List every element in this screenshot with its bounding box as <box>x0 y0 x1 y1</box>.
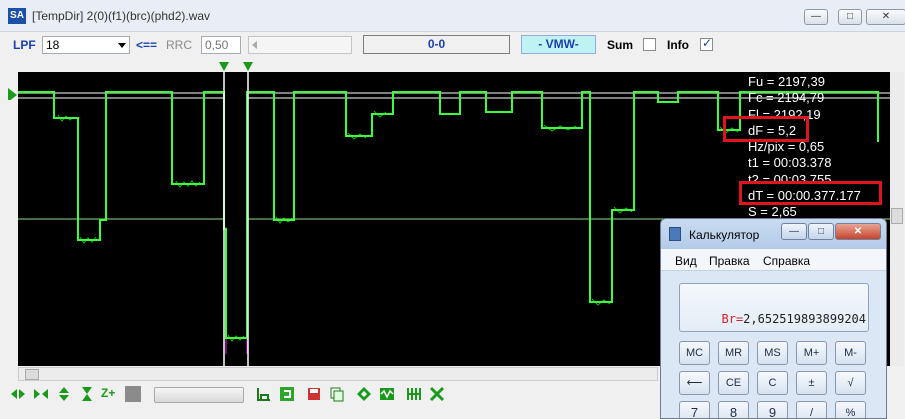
window-title: [TempDir] 2(0)(f1)(brc)(phd2).wav <box>32 9 211 23</box>
lpf-select[interactable]: 18 <box>42 36 130 54</box>
shrink-arrows-icon[interactable] <box>33 386 49 402</box>
apply-arrow-button[interactable]: <== <box>136 38 157 52</box>
calculator-title: Калькулятор <box>689 228 760 242</box>
menu-help[interactable]: Справка <box>763 254 810 268</box>
position-readout: 0-0 <box>363 35 510 54</box>
key-mc[interactable]: MC <box>679 341 710 365</box>
lpf-value: 18 <box>46 38 60 52</box>
key-mminus[interactable]: M- <box>835 341 866 365</box>
minimize-button[interactable]: — <box>804 9 828 25</box>
cursor-t2-marker-icon[interactable] <box>243 62 253 71</box>
key-mr[interactable]: MR <box>718 341 749 365</box>
hourglass-icon[interactable] <box>79 386 95 402</box>
calculator-icon <box>669 227 681 241</box>
key-sqrt[interactable]: √ <box>835 371 866 395</box>
key-ms[interactable]: MS <box>757 341 788 365</box>
save-icon[interactable] <box>306 386 322 402</box>
sum-label: Sum <box>607 38 634 52</box>
app-icon: SA <box>8 8 26 24</box>
horizontal-scroll-thumb[interactable] <box>25 369 39 380</box>
horizontal-scrollbar[interactable] <box>18 367 658 381</box>
bars-icon[interactable] <box>406 386 422 402</box>
fc-value: Fc = 2194,79 <box>748 90 825 106</box>
fu-value: Fu = 2197,39 <box>748 74 825 89</box>
mode-button[interactable]: - VMW- <box>521 35 596 54</box>
display-prefix: Br= <box>721 312 744 326</box>
calculator-menu-bar: Вид Правка Справка <box>661 249 886 271</box>
title-bar: SA [TempDir] 2(0)(f1)(brc)(phd2).wav — □… <box>0 0 905 32</box>
main-window: SA [TempDir] 2(0)(f1)(brc)(phd2).wav — □… <box>0 0 905 419</box>
calculator-window: Калькулятор — □ ✕ Вид Правка Справка Br=… <box>660 218 887 419</box>
vertical-scrollbar[interactable] <box>890 72 904 366</box>
info-checkbox[interactable] <box>700 36 713 51</box>
key-divide[interactable]: / <box>796 401 827 418</box>
up-down-arrows-icon[interactable] <box>56 386 72 402</box>
spectrum-icon[interactable] <box>256 386 272 402</box>
menu-view[interactable]: Вид <box>675 254 697 268</box>
vertical-scroll-thumb[interactable] <box>891 208 903 224</box>
calculator-body: Br=2,652519893899204 MC MR MS M+ M- ⟵ CE… <box>661 271 886 418</box>
playback-progress[interactable] <box>154 387 244 403</box>
wave-icon[interactable] <box>379 386 395 402</box>
cursor-t1-marker-icon[interactable] <box>219 62 229 71</box>
copy-icon[interactable] <box>329 386 345 402</box>
rrc-input[interactable]: 0,50 <box>201 36 241 54</box>
calculator-title-bar: Калькулятор — □ ✕ <box>661 219 886 249</box>
rrc-label: RRC <box>166 38 192 52</box>
cross-icon[interactable] <box>429 386 445 402</box>
rrc-slider[interactable] <box>248 36 352 54</box>
display-value: 2,652519893899204 <box>743 312 866 326</box>
key-8[interactable]: 8 <box>718 401 749 418</box>
zoom-plus-icon[interactable]: Z+ <box>101 386 117 402</box>
calculator-close-button[interactable]: ✕ <box>835 223 881 240</box>
key-9[interactable]: 9 <box>757 401 788 418</box>
display-text: Br=2,652519893899204 <box>721 312 866 326</box>
calculator-display: Br=2,652519893899204 <box>679 283 869 332</box>
t1-value: t1 = 00:03.378 <box>748 155 832 171</box>
refresh-icon[interactable] <box>279 386 295 402</box>
key-mplus[interactable]: M+ <box>796 341 827 365</box>
key-ce[interactable]: CE <box>718 371 749 395</box>
sum-checkbox[interactable] <box>643 38 656 51</box>
diamond-icon[interactable] <box>356 386 372 402</box>
menu-edit[interactable]: Правка <box>709 254 750 268</box>
key-7[interactable]: 7 <box>679 401 710 418</box>
chevron-down-icon <box>118 43 126 48</box>
trace-noise <box>57 110 739 342</box>
key-c[interactable]: C <box>757 371 788 395</box>
cursor-markers <box>8 62 253 100</box>
left-right-arrows-icon[interactable] <box>10 386 26 402</box>
dt-highlight-box <box>739 181 882 205</box>
stop-icon[interactable] <box>125 386 141 402</box>
calculator-minimize-button[interactable]: — <box>781 223 807 240</box>
close-button[interactable]: ✕ <box>866 9 905 25</box>
df-highlight-box <box>723 116 809 142</box>
key-percent[interactable]: % <box>835 401 866 418</box>
info-label: Info <box>667 38 689 52</box>
lpf-label: LPF <box>13 38 36 52</box>
key-plusminus[interactable]: ± <box>796 371 827 395</box>
level-marker-icon[interactable] <box>8 88 17 100</box>
slider-left-arrow-icon[interactable] <box>252 41 257 49</box>
key-backspace[interactable]: ⟵ <box>679 371 710 395</box>
maximize-button[interactable]: □ <box>838 9 862 25</box>
calculator-maximize-button[interactable]: □ <box>808 223 834 240</box>
selection-region <box>224 72 248 366</box>
